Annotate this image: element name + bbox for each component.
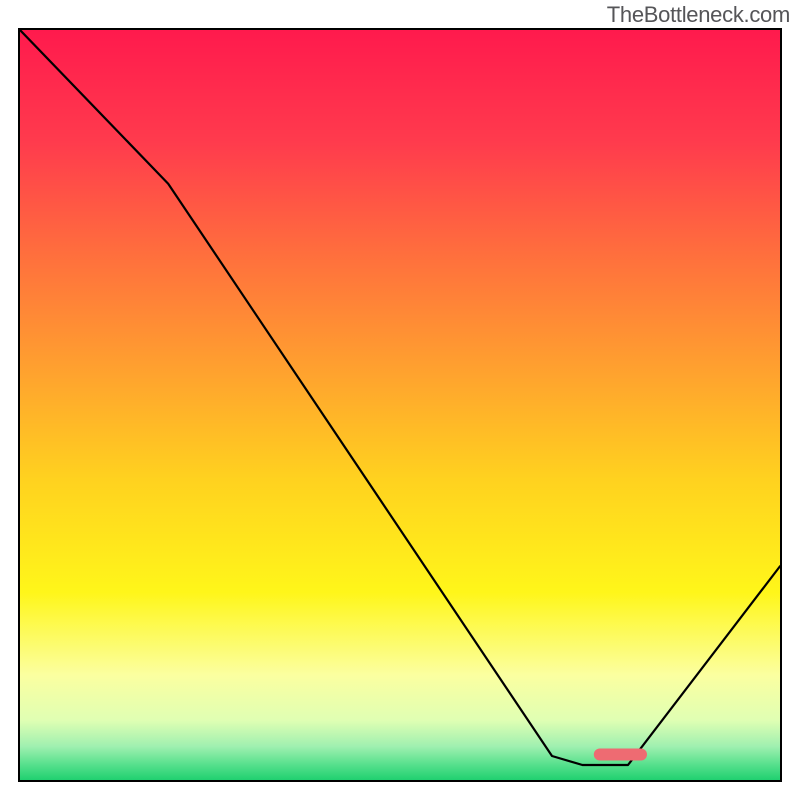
- plot-area: [20, 30, 780, 780]
- chart-svg: [20, 30, 780, 780]
- watermark-label: TheBottleneck.com: [607, 2, 790, 28]
- gradient-background: [20, 30, 780, 780]
- plot-frame: [18, 28, 782, 782]
- chart-container: TheBottleneck.com: [0, 0, 800, 800]
- optimal-range-marker: [594, 749, 647, 761]
